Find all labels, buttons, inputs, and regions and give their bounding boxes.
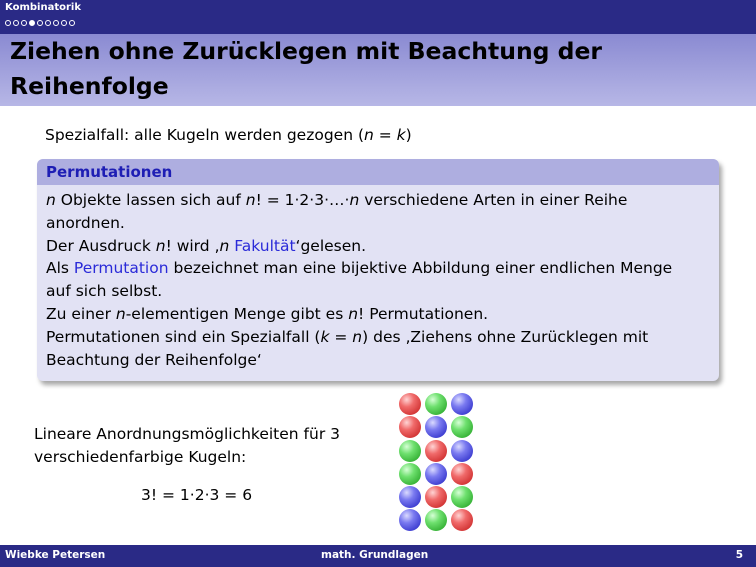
green-ball	[451, 416, 473, 439]
green-ball	[425, 509, 447, 532]
math-n: n	[115, 304, 126, 323]
green-ball	[425, 393, 447, 415]
intro-math: n = k	[364, 126, 406, 144]
math-n: n	[245, 191, 256, 209]
footer-page-number: 5	[735, 549, 743, 561]
math-n: n	[46, 191, 56, 209]
example-description: Lineare Anordnungsmöglichkeiten für 3 ve…	[34, 423, 340, 469]
text-fragment: verschiedene Arten in einer Reihe	[359, 191, 628, 209]
block-body: n Objekte lassen sich auf n! = 1·2·3·…·n…	[37, 185, 719, 371]
text-fragment: Permutationen sind ein Spezialfall (	[46, 327, 321, 346]
footer-author: Wiebke Petersen	[5, 549, 106, 561]
footer-bar: Wiebke Petersen math. Grundlagen 5	[0, 545, 756, 567]
page-title: Ziehen ohne Zurücklegen mit Beachtung de…	[10, 34, 710, 104]
intro-close: )	[405, 126, 412, 144]
blue-ball	[451, 439, 473, 462]
nav-dot[interactable]	[69, 20, 75, 26]
text-fragment: ) des ‚Ziehens ohne Zurücklegen mit	[362, 327, 649, 346]
intro-text: Spezialfall: alle Kugeln werden gezogen …	[45, 126, 412, 144]
nav-dot[interactable]	[53, 20, 59, 26]
text-fragment: ! = 1·2·3·…·	[255, 191, 350, 209]
page-title-line-2: Reihenfolge	[10, 72, 169, 100]
header-bar: Kombinatorik	[0, 0, 756, 34]
slide-navigation-dots	[5, 18, 75, 28]
block-line-7: Permutationen sind ein Spezialfall (k = …	[46, 326, 710, 349]
page-title-line-1: Ziehen ohne Zurücklegen mit Beachtung de…	[10, 37, 603, 65]
nav-dot[interactable]	[29, 20, 35, 26]
nav-dot[interactable]	[61, 20, 67, 26]
footer-course: math. Grundlagen	[321, 549, 429, 561]
block-header: Permutationen	[37, 159, 719, 185]
text-fragment: Objekte lassen sich auf	[55, 191, 246, 209]
text-fragment: ‘gelesen.	[295, 236, 367, 255]
text-fragment: Als	[46, 259, 74, 278]
definition-block: Permutationen n Objekte lassen sich auf …	[37, 159, 719, 381]
red-ball	[451, 509, 473, 532]
block-line-4: Als Permutation bezeichnet man eine bije…	[46, 257, 710, 280]
block-line-1: n Objekte lassen sich auf n! = 1·2·3·…·n…	[46, 189, 710, 212]
ball-permutations-figure	[399, 393, 473, 533]
intro-label: Spezialfall: alle Kugeln werden gezogen …	[45, 126, 365, 144]
math-n: n	[348, 304, 359, 323]
title-band: Ziehen ohne Zurücklegen mit Beachtung de…	[0, 34, 756, 106]
permutation-link[interactable]: Permutation	[74, 259, 169, 277]
section-title[interactable]: Kombinatorik	[5, 2, 81, 13]
red-ball	[451, 462, 473, 485]
math-n: n	[155, 236, 166, 255]
green-ball	[399, 439, 421, 462]
block-line-2: anordnen.	[46, 213, 125, 232]
text-fragment: Zu einer	[46, 304, 116, 323]
text-fragment: ! Permutationen.	[358, 304, 489, 323]
math-n: n	[349, 191, 360, 209]
green-ball	[399, 462, 421, 485]
blue-ball	[425, 462, 447, 485]
fakultaet-link[interactable]: Fakultät	[234, 237, 295, 255]
example-formula: 3! = 1·2·3 = 6	[141, 486, 253, 504]
nav-dot[interactable]	[13, 20, 19, 26]
block-line-8: Beachtung der Reihenfolge‘	[46, 350, 262, 369]
block-line-6: Zu einer n-elementigen Menge gibt es n! …	[46, 303, 710, 326]
blue-ball	[451, 393, 473, 415]
text-fragment: ! wird ‚	[165, 236, 220, 255]
blue-ball	[399, 509, 421, 532]
block-line-5: auf sich selbst.	[46, 282, 163, 301]
blue-ball	[399, 486, 421, 509]
math-n: n	[219, 236, 230, 255]
nav-dot[interactable]	[45, 20, 51, 26]
text-fragment: bezeichnet man eine bijektive Abbildung …	[168, 259, 673, 278]
red-ball	[399, 416, 421, 439]
red-ball	[425, 439, 447, 462]
example-line-2: verschiedenfarbige Kugeln:	[34, 448, 247, 466]
blue-ball	[425, 416, 447, 439]
red-ball	[425, 486, 447, 509]
nav-dot[interactable]	[5, 20, 11, 26]
nav-dot[interactable]	[21, 20, 27, 26]
block-title: Permutationen	[46, 163, 173, 181]
nav-dot[interactable]	[37, 20, 43, 26]
block-line-3: Der Ausdruck n! wird ‚n Fakultät‘gelesen…	[46, 235, 710, 258]
green-ball	[451, 486, 473, 509]
text-fragment: Der Ausdruck	[46, 236, 156, 255]
text-fragment: -elementigen Menge gibt es	[125, 304, 349, 323]
red-ball	[399, 393, 421, 415]
math-k-equals-n: k = n	[320, 327, 363, 346]
example-line-1: Lineare Anordnungsmöglichkeiten für 3	[34, 425, 340, 443]
